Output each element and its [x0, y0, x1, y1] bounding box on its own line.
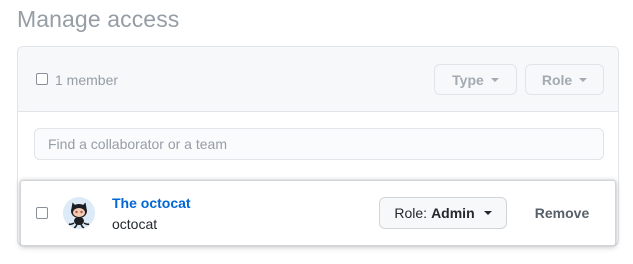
member-select-checkbox[interactable]	[36, 207, 48, 219]
member-row: The octocat octocat Role: Admin Remove	[20, 180, 616, 246]
select-all-checkbox[interactable]	[36, 73, 48, 85]
chevron-down-icon	[579, 77, 588, 82]
type-filter-button[interactable]: Type	[434, 64, 517, 95]
chevron-down-icon	[483, 211, 492, 215]
role-prefix-label: Role:	[394, 205, 428, 221]
member-count: 1 member	[55, 72, 119, 88]
type-filter-label: Type	[452, 71, 484, 88]
chevron-down-icon	[490, 77, 499, 82]
octocat-avatar-icon[interactable]	[63, 197, 95, 229]
member-display-name-link[interactable]: The octocat	[112, 195, 191, 211]
member-role-dropdown-button[interactable]: Role: Admin	[379, 197, 507, 229]
role-filter-button[interactable]: Role	[525, 64, 604, 95]
role-value-label: Admin	[431, 205, 475, 221]
page-title: Manage access	[17, 6, 180, 32]
remove-member-button[interactable]: Remove	[521, 197, 603, 229]
panel-header: 1 member Type Role	[18, 47, 618, 112]
collaborator-search-input[interactable]	[34, 128, 604, 160]
member-login: octocat	[112, 216, 158, 232]
role-filter-label: Role	[541, 71, 573, 88]
